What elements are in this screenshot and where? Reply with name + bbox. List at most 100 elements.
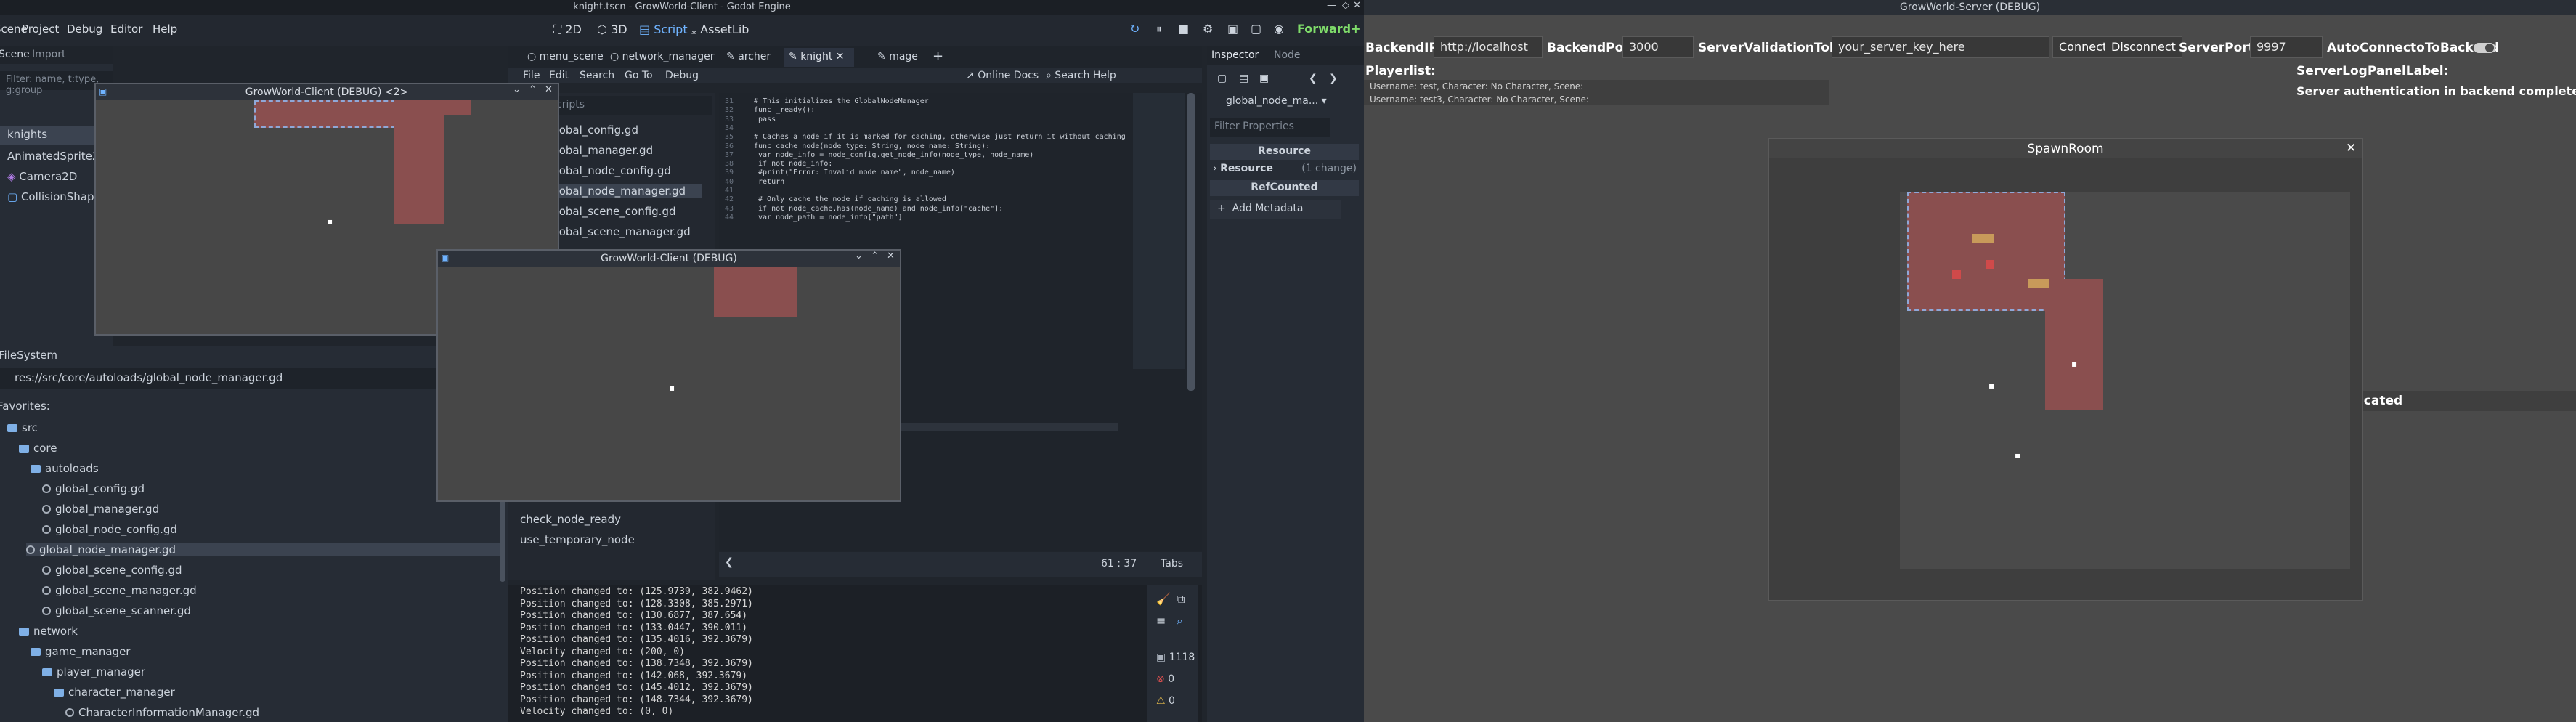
method-item[interactable]: use_temporary_node	[520, 533, 635, 546]
filesystem-item[interactable]: CharacterInformationManager.gd	[65, 706, 259, 719]
player-list-item[interactable]: Username: test3, Character: No Character…	[1370, 94, 1589, 105]
tab-node[interactable]: Node	[1274, 49, 1301, 61]
message-count[interactable]: ▣ 1118	[1156, 652, 1195, 663]
disconnect-button[interactable]: Disconnect	[2105, 36, 2182, 58]
script-list-item[interactable]: global_scene_manager.gd	[549, 225, 691, 238]
indent-mode[interactable]: Tabs	[1161, 558, 1183, 569]
add-metadata-button[interactable]: + Add Metadata	[1210, 200, 1341, 219]
minimize-icon[interactable]: ⌄	[513, 84, 521, 95]
script-list-item[interactable]: global_scene_config.gd	[549, 205, 676, 218]
close-icon[interactable]: ✕	[887, 251, 895, 261]
script-menu-goto[interactable]: Go To	[625, 70, 653, 81]
script-list-item[interactable]: global_manager.gd	[549, 144, 653, 157]
reload-icon[interactable]: ↻	[1130, 22, 1139, 36]
tab-archer[interactable]: ✎ archer	[726, 51, 771, 62]
filesystem-item[interactable]: player_manager	[42, 665, 145, 678]
filesystem-item[interactable]: network	[19, 625, 78, 638]
section-resource-header[interactable]: Resource	[1210, 144, 1359, 160]
warning-count[interactable]: ⚠ 0	[1156, 695, 1175, 707]
filesystem-item[interactable]: autoloads	[31, 462, 99, 475]
code-scrollbar[interactable]	[1187, 93, 1195, 391]
section-refcounted-header[interactable]: RefCounted	[1210, 180, 1359, 196]
script-menu-file[interactable]: File	[523, 70, 540, 81]
script-menu-edit[interactable]: Edit	[549, 70, 569, 81]
filesystem-item[interactable]: global_scene_manager.gd	[42, 584, 197, 597]
tab-network-manager[interactable]: ○ network_manager	[610, 51, 714, 62]
tab-import[interactable]: Import	[32, 49, 65, 60]
remote-debug-icon[interactable]: ⚙	[1203, 22, 1213, 36]
maximize-icon[interactable]: ⌃	[529, 84, 537, 95]
tab-scene[interactable]: Scene	[0, 49, 30, 60]
collapse-left-icon[interactable]: ❮	[725, 556, 734, 568]
filesystem-item[interactable]: global_scene_config.gd	[42, 564, 182, 577]
close-icon[interactable]: ✕	[2346, 141, 2356, 155]
add-tab-icon[interactable]: +	[933, 49, 943, 64]
close-icon[interactable]: ✕	[545, 84, 553, 95]
online-docs-button[interactable]: ↗ Online Docs	[966, 70, 1039, 81]
new-resource-icon[interactable]: ▢	[1217, 73, 1227, 84]
filesystem-item[interactable]: src	[7, 421, 38, 434]
load-resource-icon[interactable]: ▤	[1239, 73, 1248, 84]
filesystem-item[interactable]: global_node_manager.gd	[26, 543, 505, 556]
filesystem-item[interactable]: global_node_config.gd	[42, 523, 177, 536]
script-menu-search[interactable]: Search	[580, 70, 614, 81]
filesystem-path-field[interactable]: res://src/core/autoloads/global_node_man…	[0, 368, 501, 389]
tab-knight[interactable]: ✎ knight ✕	[784, 48, 854, 67]
close-icon[interactable]: ✕	[1353, 0, 1361, 11]
scene-node-camera[interactable]: ◈ Camera2D	[7, 170, 77, 183]
client-game-viewport[interactable]: ▪	[438, 267, 900, 500]
filter-icon[interactable]: ≡	[1156, 614, 1166, 628]
method-item[interactable]: check_node_ready	[520, 513, 621, 526]
backend-ip-input[interactable]: http://localhost	[1434, 36, 1543, 58]
play-scene-icon[interactable]: ▣	[1227, 22, 1238, 36]
server-port-input[interactable]: 9997	[2250, 36, 2323, 58]
auto-connect-toggle[interactable]	[2474, 43, 2495, 53]
filesystem-item[interactable]: global_config.gd	[42, 482, 145, 495]
movie-maker-icon[interactable]: ◉	[1274, 22, 1284, 36]
tab-menu-scene[interactable]: ○ menu_scene	[527, 51, 604, 62]
script-menu-debug[interactable]: Debug	[665, 70, 699, 81]
menu-editor[interactable]: Editor	[110, 23, 142, 36]
minimize-icon[interactable]: —	[1327, 0, 1336, 11]
minimize-icon[interactable]: ⌄	[855, 251, 863, 261]
copy-icon[interactable]: ⧉	[1177, 592, 1185, 607]
search-help-button[interactable]: ⌕ Search Help	[1046, 70, 1116, 81]
menu-project[interactable]: Project	[22, 23, 59, 36]
spawn-room-viewport[interactable]: ▪ ▪ ▪	[1900, 192, 2350, 569]
maximize-icon[interactable]: ◇	[1342, 0, 1349, 11]
script-list-item[interactable]: global_config.gd	[549, 123, 638, 137]
menu-help[interactable]: Help	[153, 23, 177, 36]
script-list-item[interactable]: global_node_manager.gd	[537, 184, 702, 198]
server-token-input[interactable]: your_server_key_here	[1832, 36, 2049, 58]
tab-inspector[interactable]: Inspector	[1211, 49, 1259, 61]
filesystem-item[interactable]: game_manager	[31, 645, 130, 658]
scene-node-animatedsprite[interactable]: AnimatedSprite2D	[7, 150, 107, 163]
clear-output-icon[interactable]: 🧹	[1156, 592, 1171, 606]
renderer-select[interactable]: Forward+	[1297, 22, 1361, 36]
filesystem-item[interactable]: character_manager	[54, 686, 175, 699]
save-resource-icon[interactable]: ▣	[1259, 73, 1269, 84]
filesystem-scrollbar[interactable]	[500, 495, 505, 582]
player-list-item[interactable]: Username: test, Character: No Character,…	[1370, 81, 1583, 92]
resource-property-row[interactable]: › Resource (1 change)	[1213, 163, 1358, 174]
pause-icon[interactable]: ⏸	[1156, 22, 1162, 36]
stop-icon[interactable]: ■	[1178, 22, 1189, 36]
filesystem-item[interactable]: global_scene_scanner.gd	[42, 604, 191, 617]
filter-properties-input[interactable]: Filter Properties	[1210, 118, 1330, 137]
workspace-3d[interactable]: ⬡ 3D	[597, 23, 627, 36]
object-selector[interactable]: global_node_ma... ▾	[1210, 93, 1341, 112]
workspace-assetlib[interactable]: ⤓ AssetLib	[691, 23, 749, 37]
script-list-item[interactable]: global_node_config.gd	[549, 164, 671, 177]
search-icon[interactable]: ⌕	[1177, 614, 1183, 628]
play-custom-icon[interactable]: ▢	[1251, 22, 1261, 36]
filesystem-item[interactable]: core	[19, 442, 57, 455]
menu-debug[interactable]: Debug	[67, 23, 102, 36]
error-count[interactable]: ⊗ 0	[1156, 673, 1174, 685]
tab-mage[interactable]: ✎ mage	[877, 51, 918, 62]
filesystem-item[interactable]: global_manager.gd	[42, 503, 159, 516]
backend-port-input[interactable]: 3000	[1622, 36, 1694, 58]
code-minimap[interactable]	[1133, 93, 1185, 369]
workspace-2d[interactable]: ⛶ 2D	[553, 23, 582, 37]
history-back-icon[interactable]: ❮	[1309, 73, 1317, 84]
workspace-script[interactable]: ▤ Script	[639, 23, 688, 36]
